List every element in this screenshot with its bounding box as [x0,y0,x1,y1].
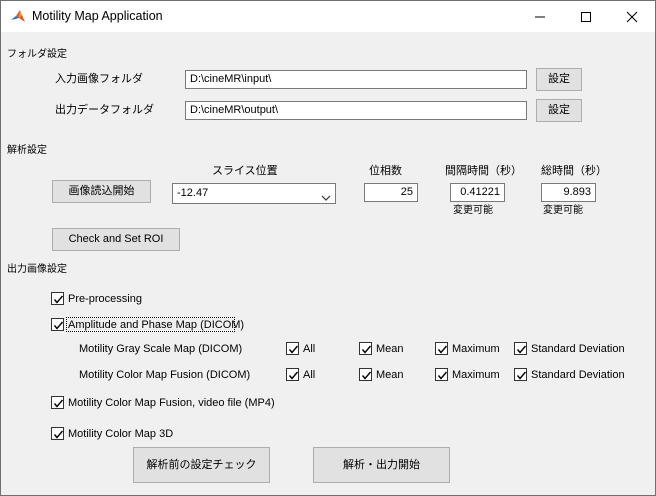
checkmark-icon [288,371,299,380]
total-time-label: 総時間（秒） [541,165,607,177]
minimize-button[interactable] [517,1,563,32]
phase-count-label: 位相数 [369,165,402,177]
color-mean-label: Mean [376,369,404,381]
gray-scale-map-label: Motility Gray Scale Map (DICOM) [79,343,243,355]
slice-position-value: -12.47 [177,187,209,199]
phase-count-field[interactable]: 25 [364,183,418,202]
checkmark-icon [516,371,527,380]
folder-settings-heading: フォルダ設定 [7,49,67,60]
input-folder-field[interactable]: D:\cineMR\input\ [185,70,527,89]
checkmark-icon [361,371,372,380]
total-editable-note: 変更可能 [543,205,583,216]
color-fusion-map-label: Motility Color Map Fusion (DICOM) [79,369,251,381]
gray-mean-label: Mean [376,343,404,355]
output-folder-set-button[interactable]: 設定 [536,99,582,122]
checkmark-icon [53,295,64,304]
window-title: Motility Map Application [32,9,163,23]
color-std-checkbox[interactable] [514,368,527,381]
checkmark-icon [53,430,64,439]
interval-editable-note: 変更可能 [453,205,493,216]
gray-mean-checkbox[interactable] [359,342,372,355]
total-time-field[interactable]: 9.893 [541,183,596,202]
gray-maximum-checkbox[interactable] [435,342,448,355]
video-mp4-checkbox[interactable] [51,396,64,409]
gray-all-label: All [303,343,316,355]
checkmark-icon [437,345,448,354]
interval-time-field[interactable]: 0.41221 [450,183,505,202]
interval-time-label: 間隔時間（秒） [445,165,522,177]
color-all-label: All [303,369,316,381]
map-3d-label: Motility Color Map 3D [68,428,174,440]
matlab-icon [10,9,26,25]
output-folder-label: 出力データフォルダ [55,104,154,116]
slice-position-label: スライス位置 [212,165,278,177]
pre-analysis-check-button[interactable]: 解析前の設定チェック [133,447,270,483]
color-maximum-label: Maximum [452,369,500,381]
video-mp4-label: Motility Color Map Fusion, video file (M… [68,397,275,409]
chevron-down-icon [321,190,331,209]
checkmark-icon [437,371,448,380]
preprocessing-label: Pre-processing [68,293,142,305]
check-set-roi-button[interactable]: Check and Set ROI [52,228,180,251]
checkmark-icon [516,345,527,354]
gray-std-checkbox[interactable] [514,342,527,355]
slice-position-select[interactable]: -12.47 [172,183,336,204]
close-icon [626,11,638,23]
output-folder-field[interactable]: D:\cineMR\output\ [185,101,527,120]
amplitude-phase-label: Amplitude and Phase Map (DICOM) [68,319,245,331]
load-images-button[interactable]: 画像読込開始 [52,180,151,203]
checkmark-icon [288,345,299,354]
close-button[interactable] [609,1,655,32]
color-mean-checkbox[interactable] [359,368,372,381]
checkmark-icon [53,399,64,408]
amplitude-phase-checkbox[interactable] [51,318,64,331]
minimize-icon [535,16,545,18]
gray-all-checkbox[interactable] [286,342,299,355]
app-window: Motility Map Application フォルダ設定 入力画像フォルダ… [0,0,656,496]
gray-std-label: Standard Deviation [531,343,625,355]
color-maximum-checkbox[interactable] [435,368,448,381]
maximize-icon [581,12,591,22]
title-bar: Motility Map Application [1,1,655,32]
map-3d-checkbox[interactable] [51,427,64,440]
color-all-checkbox[interactable] [286,368,299,381]
input-folder-set-button[interactable]: 設定 [536,68,582,91]
color-std-label: Standard Deviation [531,369,625,381]
start-analysis-output-button[interactable]: 解析・出力開始 [313,447,450,483]
checkmark-icon [53,321,64,330]
preprocessing-checkbox[interactable] [51,292,64,305]
input-folder-label: 入力画像フォルダ [55,73,143,85]
maximize-button[interactable] [563,1,609,32]
checkmark-icon [361,345,372,354]
output-settings-heading: 出力画像設定 [7,264,67,275]
gray-maximum-label: Maximum [452,343,500,355]
analysis-settings-heading: 解析設定 [7,145,47,156]
